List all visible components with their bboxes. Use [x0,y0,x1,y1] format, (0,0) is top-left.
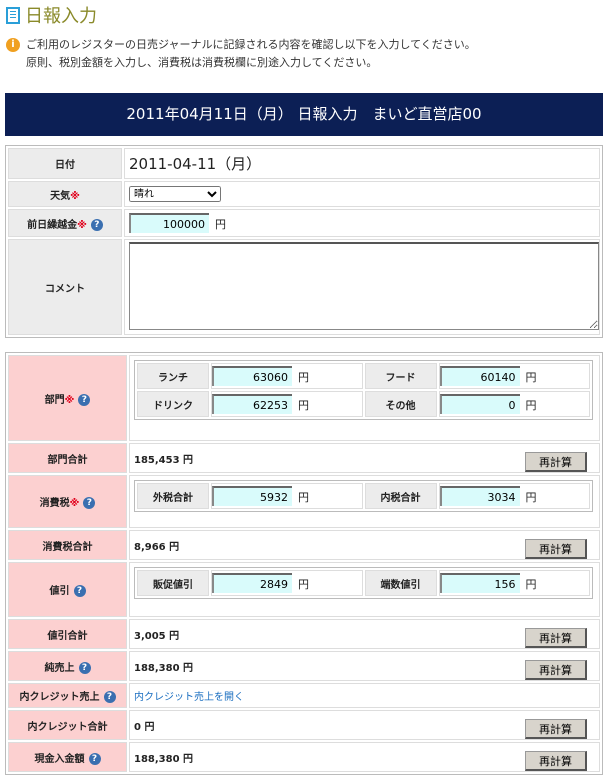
yen-unit: 円 [298,398,309,412]
help-icon[interactable]: ? [73,585,86,597]
credit-sales-label: 内クレジット売上? [8,683,127,708]
comment-textarea[interactable] [129,241,599,330]
help-icon[interactable]: ? [78,661,91,674]
yen-unit: 円 [525,490,537,504]
comment-label: コメント [8,239,122,335]
tax-total-label: 消費税合計 [8,530,127,560]
discount-total-value: 3,005 円 [134,630,180,642]
dept-food-input[interactable] [439,366,520,386]
recalc-button[interactable]: 再計算 [525,539,587,559]
recalc-button[interactable]: 再計算 [525,452,587,472]
required-mark: ※ [70,190,80,202]
tax-inclusive-input[interactable] [439,486,520,506]
yen-unit: 円 [525,370,537,384]
carry-input[interactable] [129,213,209,233]
page-header: 日報入力 [6,2,97,28]
tax-exclusive-input[interactable] [212,486,292,506]
discount-label: 値引? [8,562,127,617]
recalc-button[interactable]: 再計算 [525,660,587,680]
carry-label: 前日繰越金※? [8,209,122,237]
info-icon: i [6,38,20,52]
tax-label-text: 消費税 [39,498,70,509]
weather-select[interactable]: 晴れ [129,186,221,202]
cash-deposit-label: 現金入金額? [8,742,127,772]
dept-other-label: その他 [364,391,437,417]
date-value: 2011-04-11（月） [124,148,600,179]
tax-total-value: 8,966 円 [134,541,180,553]
help-icon[interactable]: ? [103,691,116,703]
date-label: 日付 [8,148,122,179]
net-sales-label-text: 純売上 [44,662,75,674]
notice: i ご利用のレジスターの日売ジャーナルに記録される内容を確認し以下を入力してくだ… [6,36,476,72]
dept-food-label: フード [364,363,437,389]
credit-total-value: 0 円 [134,721,155,733]
notice-line-2: 原則、税別金額を入力し、消費税は消費税欄に別途入力してください。 [26,56,378,69]
dept-total-label: 部門合計 [8,443,127,473]
yen-unit: 円 [298,370,309,384]
document-icon [6,6,20,24]
yen-unit: 円 [298,577,309,591]
yen-unit: 円 [525,398,537,412]
dept-inputs: ランチ円 フード円 ドリンク円 その他円 [134,360,593,420]
promo-discount-input[interactable] [212,573,292,593]
rounding-discount-input[interactable] [439,573,520,593]
yen-unit: 円 [298,490,309,504]
dept-drink-label: ドリンク [137,391,209,417]
tax-label: 消費税※? [8,475,127,528]
promo-discount-label: 販促値引 [137,570,209,596]
dept-drink-input[interactable] [212,394,292,414]
net-sales-value: 188,380 円 [134,662,194,674]
weather-label-text: 天気 [50,190,71,202]
dept-label: 部門※? [8,355,127,441]
dept-lunch-input[interactable] [212,366,292,386]
tax-inclusive-label: 内税合計 [364,483,437,509]
required-mark: ※ [77,219,87,231]
tax-exclusive-label: 外税合計 [137,483,209,509]
recalc-button[interactable]: 再計算 [525,628,587,648]
dept-total-value: 185,453 円 [134,454,194,466]
rounding-discount-label: 端数値引 [364,570,437,596]
help-icon[interactable]: ? [83,497,96,509]
required-mark: ※ [69,498,80,509]
dept-other-input[interactable] [439,394,520,414]
tax-inputs: 外税合計 円 内税合計 円 [134,480,593,512]
credit-total-label: 内クレジット合計 [8,710,127,740]
sales-table: 部門※? ランチ円 フード円 ドリンク円 その他円 部門合計185,453 円再… [5,352,603,775]
discount-inputs: 販促値引 円 端数値引 円 [134,567,593,599]
help-icon[interactable]: ? [90,218,103,231]
open-credit-sales-link[interactable]: 内クレジット売上を開く [134,692,244,703]
page-title: 日報入力 [25,6,97,27]
required-mark: ※ [64,394,75,406]
report-banner: 2011年04月11日（月） 日報入力 まいど直営店00 [5,93,603,136]
cash-deposit-label-text: 現金入金額 [34,753,85,765]
recalc-button[interactable]: 再計算 [525,719,587,739]
basic-info-table: 日付2011-04-11（月） 天気※晴れ 前日繰越金※?円 コメント [5,145,603,338]
dept-lunch-label: ランチ [137,363,209,389]
weather-label: 天気※ [8,181,122,207]
carry-label-text: 前日繰越金 [27,219,78,231]
dept-label-text: 部門 [44,394,65,406]
yen-unit: 円 [525,577,537,591]
discount-total-label: 値引合計 [8,619,127,649]
help-icon[interactable]: ? [88,752,101,765]
recalc-button[interactable]: 再計算 [525,751,587,771]
yen-unit: 円 [215,217,226,231]
notice-line-1: ご利用のレジスターの日売ジャーナルに記録される内容を確認し以下を入力してください… [26,38,476,51]
net-sales-label: 純売上? [8,651,127,681]
credit-sales-label-text: 内クレジット売上 [19,692,100,703]
discount-label-text: 値引 [49,586,70,597]
cash-deposit-value: 188,380 円 [134,753,194,765]
help-icon[interactable]: ? [78,393,91,406]
